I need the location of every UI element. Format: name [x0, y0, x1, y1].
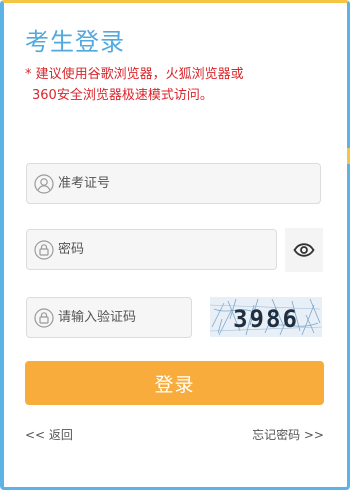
user-icon — [34, 173, 54, 194]
password-field[interactable] — [26, 229, 277, 270]
captcha-field[interactable] — [26, 297, 192, 338]
exam-id-input[interactable] — [58, 176, 320, 191]
login-button[interactable]: 登录 — [25, 361, 324, 405]
show-password-toggle[interactable] — [285, 228, 323, 272]
captcha-input[interactable] — [58, 310, 191, 325]
notice-line-1: * 建议使用谷歌浏览器，火狐浏览器或 — [25, 67, 244, 82]
forgot-password-link[interactable]: 忘记密码 >> — [252, 426, 324, 443]
exam-id-field[interactable] — [26, 163, 321, 204]
notice-line-2: 360安全浏览器极速模式访问。 — [32, 88, 213, 103]
back-link[interactable]: << 返回 — [25, 426, 73, 443]
captcha-code: 3986 — [233, 305, 299, 333]
password-input[interactable] — [58, 242, 276, 257]
browser-notice: * 建议使用谷歌浏览器，火狐浏览器或 360安全浏览器极速模式访问。 — [25, 64, 325, 106]
lock-icon — [34, 239, 54, 260]
captcha-image[interactable]: 3986 — [210, 297, 322, 337]
page-title: 考生登录 — [25, 28, 125, 56]
eye-icon — [293, 243, 315, 257]
lock-icon — [34, 307, 54, 328]
